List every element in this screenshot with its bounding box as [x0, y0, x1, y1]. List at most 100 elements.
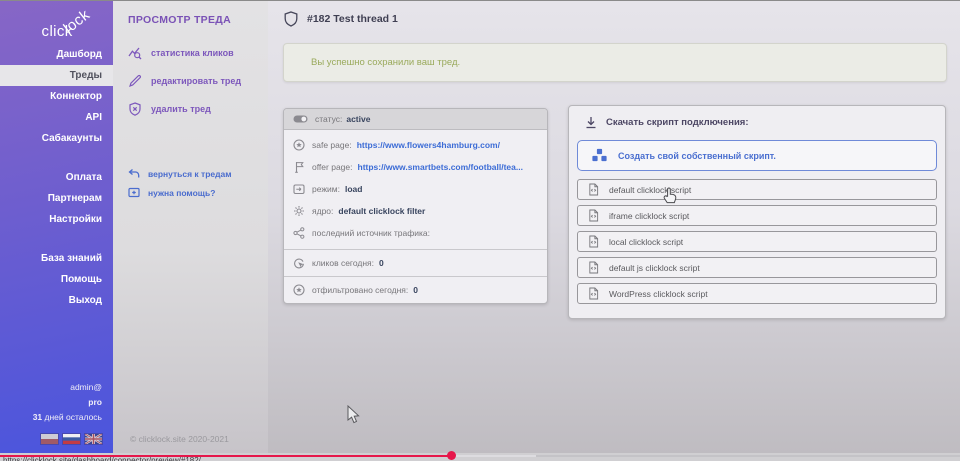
- action-label: удалить тред: [151, 104, 211, 114]
- row-label: safe page:: [312, 140, 352, 150]
- sidebar-item-connector[interactable]: Коннектор: [0, 86, 113, 107]
- script-button-label: local clicklock script: [609, 237, 683, 247]
- action-edit-thread[interactable]: редактировать тред: [128, 67, 241, 95]
- row-label: последний источник трафика:: [312, 228, 430, 238]
- script-button-wordpress[interactable]: WordPress clicklock script: [577, 283, 937, 304]
- pencil-icon: [128, 74, 142, 88]
- success-alert-text: Вы успешно сохранили ваш тред.: [311, 57, 460, 68]
- account-plan: pro: [33, 395, 102, 410]
- action-label: статистика кликов: [151, 48, 234, 58]
- thread-info-rows: safe page: https://www.flowers4hamburg.c…: [284, 130, 547, 249]
- sidebar-item-logout[interactable]: Выход: [0, 290, 113, 311]
- thread-view-panel: ПРОСМОТР ТРЕДА статистика кликов: [113, 1, 268, 454]
- scripts-card-header: Скачать скрипт подключения:: [577, 116, 937, 129]
- thread-status-card: статус: active safe page: https://www.fl…: [283, 108, 548, 304]
- action-delete-thread[interactable]: удалить тред: [128, 95, 241, 123]
- row-last-traffic-source: последний источник трафика:: [284, 222, 547, 244]
- counter-label: отфильтровано сегодня:: [312, 285, 408, 295]
- counter-value: 0: [413, 285, 418, 295]
- flag-white-red-icon[interactable]: [41, 434, 58, 444]
- video-buffer-bar: [452, 455, 536, 457]
- row-label: ядро:: [312, 206, 333, 216]
- clicklock-logo[interactable]: clicklock: [42, 23, 100, 41]
- script-button-label: WordPress clicklock script: [609, 289, 708, 299]
- file-code-icon: [588, 261, 599, 274]
- success-alert: Вы успешно сохранили ваш тред.: [283, 43, 947, 82]
- download-scripts-card: Скачать скрипт подключения: Создать свой…: [568, 105, 946, 319]
- cubes-icon: [591, 148, 608, 163]
- panel-links: вернуться к тредам нужна помощь?: [128, 164, 232, 202]
- script-button-label: default clicklock script: [609, 185, 691, 195]
- row-mode: режим: load: [284, 178, 547, 200]
- main-content: #182 Test thread 1 Вы успешно сохранили …: [268, 1, 960, 454]
- video-playhead[interactable]: [447, 451, 456, 460]
- sidebar: clicklock Дашборд Треды Коннектор API Са…: [0, 1, 113, 454]
- flag-russia-icon[interactable]: [63, 434, 80, 444]
- file-code-icon: [588, 183, 599, 196]
- action-click-stats[interactable]: статистика кликов: [128, 39, 241, 67]
- account-info: admin@ pro 31 дней осталось: [33, 380, 102, 425]
- video-progress-bar[interactable]: [0, 455, 452, 457]
- shield-icon: [284, 11, 298, 27]
- sidebar-item-settings[interactable]: Настройки: [0, 209, 113, 230]
- language-flags: [41, 434, 102, 444]
- sidebar-item-api[interactable]: API: [0, 107, 113, 128]
- file-code-icon: [588, 287, 599, 300]
- app-window: clicklock Дашборд Треды Коннектор API Са…: [0, 0, 960, 461]
- sidebar-item-help[interactable]: Помощь: [0, 269, 113, 290]
- file-code-icon: [588, 209, 599, 222]
- script-button-local[interactable]: local clicklock script: [577, 231, 937, 252]
- row-label: режим:: [312, 184, 340, 194]
- award-star-icon: [293, 139, 305, 151]
- script-button-default[interactable]: default clicklock script: [577, 179, 937, 200]
- shield-x-icon: [128, 102, 142, 116]
- row-label: offer page:: [312, 162, 353, 172]
- sidebar-item-payment[interactable]: Оплата: [0, 167, 113, 188]
- file-code-icon: [588, 235, 599, 248]
- row-clicks-today: кликов сегодня: 0: [284, 250, 547, 276]
- link-back-to-threads[interactable]: вернуться к тредам: [128, 164, 232, 183]
- status-label: статус:: [315, 114, 342, 124]
- row-core: ядро: default clicklock filter: [284, 200, 547, 222]
- row-value: load: [345, 184, 362, 194]
- flag-uk-icon[interactable]: [85, 434, 102, 444]
- scripts-card-title: Скачать скрипт подключения:: [606, 117, 749, 128]
- counter-label: кликов сегодня:: [312, 258, 374, 268]
- message-plus-icon: [128, 187, 140, 198]
- sidebar-item-knowledge-base[interactable]: База знаний: [0, 248, 113, 269]
- click-stats-icon: [128, 46, 142, 60]
- sidebar-nav: Дашборд Треды Коннектор API Сабакаунты О…: [0, 44, 113, 311]
- link-label: вернуться к тредам: [148, 169, 232, 179]
- script-button-default-js[interactable]: default js clicklock script: [577, 257, 937, 278]
- row-filtered-today: отфильтровано сегодня: 0: [284, 277, 547, 303]
- script-button-label: default js clicklock script: [609, 263, 700, 273]
- flag-pole-icon: [293, 161, 305, 173]
- row-offer-page: offer page: https://www.smartbets.com/fo…: [284, 156, 547, 178]
- link-need-help[interactable]: нужна помощь?: [128, 183, 232, 202]
- row-safe-page: safe page: https://www.flowers4hamburg.c…: [284, 134, 547, 156]
- award-star-icon: [293, 284, 305, 296]
- sidebar-item-dashboard[interactable]: Дашборд: [0, 44, 113, 65]
- offer-page-link[interactable]: https://www.smartbets.com/football/tea..…: [358, 162, 523, 172]
- share-icon: [293, 227, 305, 239]
- counter-value: 0: [379, 258, 384, 268]
- sidebar-item-partners[interactable]: Партнерам: [0, 188, 113, 209]
- account-days-left: 31 дней осталось: [33, 410, 102, 425]
- copyright: © clicklock.site 2020-2021: [130, 434, 229, 444]
- video-progress-track: [536, 455, 960, 457]
- row-value: default clicklock filter: [338, 206, 425, 216]
- create-custom-script-button[interactable]: Создать свой собственный скрипт.: [577, 140, 937, 171]
- script-button-label: iframe clicklock script: [609, 211, 689, 221]
- undo-arrow-icon: [128, 168, 140, 179]
- page-title: #182 Test thread 1: [307, 13, 398, 25]
- link-label: нужна помощь?: [148, 188, 215, 198]
- click-circle-icon: [293, 257, 305, 269]
- thread-status-header: статус: active: [284, 109, 547, 130]
- sidebar-item-subaccounts[interactable]: Сабакаунты: [0, 128, 113, 149]
- action-label: редактировать тред: [151, 76, 241, 86]
- safe-page-link[interactable]: https://www.flowers4hamburg.com/: [357, 140, 500, 150]
- toggle-on-icon[interactable]: [293, 115, 308, 123]
- sidebar-item-threads[interactable]: Треды: [0, 65, 113, 86]
- panel-title: ПРОСМОТР ТРЕДА: [128, 14, 231, 26]
- script-button-iframe[interactable]: iframe clicklock script: [577, 205, 937, 226]
